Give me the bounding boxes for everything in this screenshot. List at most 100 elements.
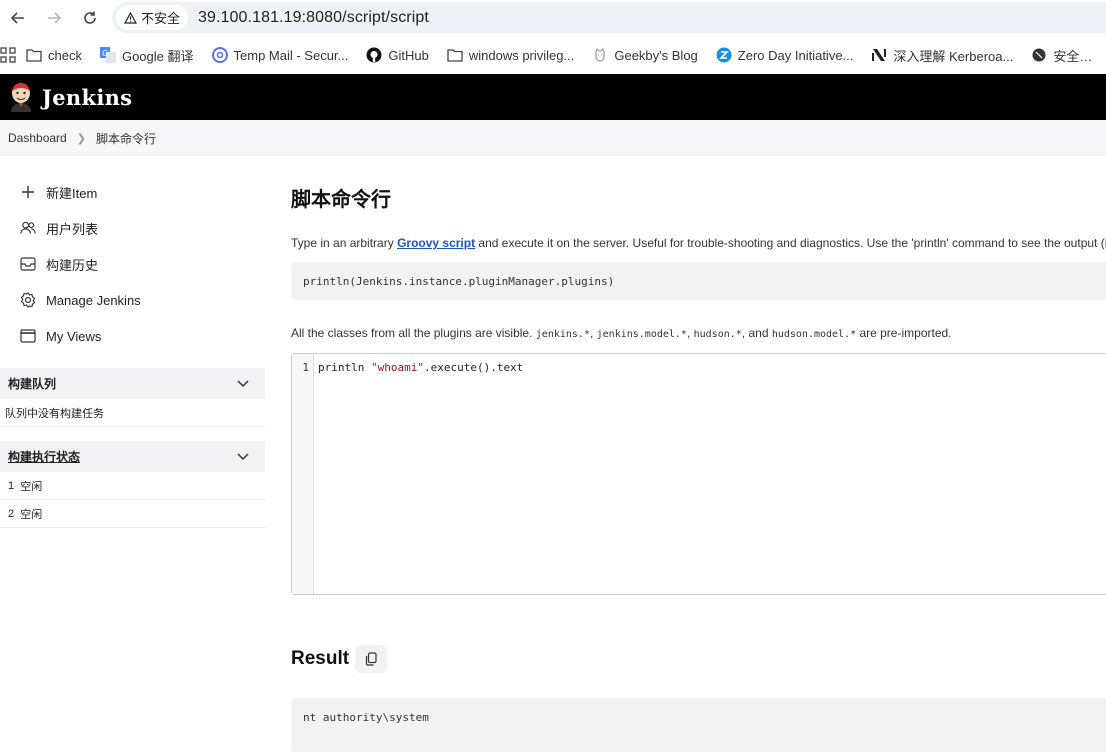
sidebar-item-manage-jenkins[interactable]: Manage Jenkins xyxy=(0,282,265,318)
build-queue-header[interactable]: 构建队列 xyxy=(0,368,265,399)
bookmark-label: windows privileg... xyxy=(468,47,575,63)
example-code-block: println(Jenkins.instance.pluginManager.p… xyxy=(291,262,1106,300)
bookmark-label: 深入理解 Kerberoa... xyxy=(893,48,1014,64)
executor-status: 空闲 xyxy=(20,508,43,521)
executor-number: 2 xyxy=(8,507,15,520)
history-icon xyxy=(20,256,36,272)
build-queue-title: 构建队列 xyxy=(8,377,57,391)
security-label: 不安全 xyxy=(141,11,181,26)
sidebar-item-label: 构建历史 xyxy=(46,257,99,273)
preimport-text: All the classes from all the plugins are… xyxy=(291,326,536,340)
package-name: jenkins.model.* xyxy=(596,329,687,340)
sidebar: 新建Item 用户列表 构建历史 Manage Jenkins My Views… xyxy=(0,174,265,528)
forward-button[interactable] xyxy=(36,0,72,36)
sidebar-item-label: 用户列表 xyxy=(46,221,99,237)
bookmark-security[interactable]: 安全… xyxy=(1031,46,1092,65)
result-title: Result xyxy=(291,648,350,669)
bookmark-check[interactable]: check xyxy=(26,47,82,63)
bookmark-geekby-blog[interactable]: Geekby's Blog xyxy=(592,47,698,63)
preimport-text: , xyxy=(589,326,597,340)
preimport-text: are pre-imported. xyxy=(856,326,952,340)
arrow-right-icon xyxy=(48,12,62,24)
arrow-left-icon xyxy=(10,12,24,24)
bookmark-github[interactable]: GitHub xyxy=(366,47,429,63)
preimport-text: , and xyxy=(741,326,772,340)
sidebar-item-label: 新建Item xyxy=(46,185,98,201)
preimport-note: All the classes from all the plugins are… xyxy=(291,326,1106,340)
apps-button[interactable] xyxy=(0,47,16,63)
executors-header[interactable]: 构建执行状态 xyxy=(0,441,265,472)
reload-icon xyxy=(84,11,96,24)
groovy-script-link[interactable]: Groovy script xyxy=(397,236,475,250)
breadcrumb-current[interactable]: 脚本命令行 xyxy=(96,130,156,147)
package-name: hudson.model.* xyxy=(771,329,857,340)
executors-title[interactable]: 构建执行状态 xyxy=(8,448,80,465)
bookmark-kerberoasting[interactable]: 深入理解 Kerberoa... xyxy=(871,46,1013,65)
sidebar-item-new-item[interactable]: 新建Item xyxy=(0,174,265,210)
bookmark-label: Geekby's Blog xyxy=(614,47,698,63)
bookmark-temp-mail[interactable]: Temp Mail - Secur... xyxy=(211,47,349,63)
bookmark-label: GitHub xyxy=(388,47,429,63)
code-string-token: "whoami" xyxy=(370,361,424,374)
line-number-gutter: 1 xyxy=(292,354,314,594)
bookmark-label: Google 翻译 xyxy=(121,48,194,64)
executor-row: 1 空闲 xyxy=(0,472,265,500)
warning-icon xyxy=(124,11,137,24)
executor-status: 空闲 xyxy=(20,480,43,493)
temp-mail-icon xyxy=(211,47,228,63)
description-text: and execute it on the server. Useful for… xyxy=(475,236,1106,250)
apps-grid-icon xyxy=(0,47,16,63)
bookmark-zero-day-initiative[interactable]: Zero Day Initiative... xyxy=(716,47,854,63)
address-bar[interactable]: 不安全 39.100.181.19:8080/script/script xyxy=(112,2,1106,33)
chevron-right-icon: ❯ xyxy=(76,132,86,145)
bookmark-label: Temp Mail - Secur... xyxy=(233,47,349,63)
package-name: hudson.* xyxy=(693,329,742,340)
build-queue-empty: 队列中没有构建任务 xyxy=(0,399,265,427)
google-translate-icon: G xyxy=(99,47,116,63)
result-output: nt authority\system xyxy=(291,698,1106,752)
plus-icon xyxy=(20,184,36,200)
script-code-input[interactable]: println "whoami".execute().text xyxy=(314,354,523,594)
chevron-down-icon[interactable] xyxy=(237,450,249,464)
executor-number: 1 xyxy=(8,479,15,492)
zdi-icon xyxy=(716,47,732,63)
bookmark-google-translate[interactable]: G Google 翻译 xyxy=(99,46,194,65)
copy-result-button[interactable] xyxy=(355,645,388,673)
back-button[interactable] xyxy=(0,0,36,36)
sidebar-item-build-history[interactable]: 构建历史 xyxy=(0,246,265,282)
breadcrumb-dashboard[interactable]: Dashboard xyxy=(8,131,67,145)
github-icon xyxy=(366,47,382,63)
folder-icon xyxy=(26,47,42,63)
folder-icon xyxy=(447,47,463,63)
cat-icon xyxy=(592,47,608,63)
breadcrumb: Dashboard ❯ 脚本命令行 xyxy=(0,120,1106,156)
jenkins-logo-icon[interactable] xyxy=(8,82,34,112)
bookmark-windows-privilege[interactable]: windows privileg... xyxy=(447,47,575,63)
notion-icon xyxy=(871,47,887,63)
sidebar-item-my-views[interactable]: My Views xyxy=(0,318,265,354)
reload-button[interactable] xyxy=(72,0,108,36)
script-editor[interactable]: 1 println "whoami".execute().text xyxy=(291,353,1106,595)
site-icon xyxy=(1031,47,1047,63)
chevron-down-icon[interactable] xyxy=(237,377,249,391)
description-text: Type in an arbitrary xyxy=(291,236,398,250)
executor-row: 2 空闲 xyxy=(0,500,265,528)
sidebar-item-label: Manage Jenkins xyxy=(46,292,141,308)
bookmark-label: Zero Day Initiative... xyxy=(737,47,854,63)
copy-icon xyxy=(365,652,377,666)
security-indicator[interactable]: 不安全 xyxy=(116,5,189,30)
package-name: jenkins.* xyxy=(535,329,590,340)
code-token: println xyxy=(318,361,371,374)
sidebar-item-people[interactable]: 用户列表 xyxy=(0,210,265,246)
preimport-text: , xyxy=(686,326,694,340)
main-panel: 脚本命令行 Type in an arbitrary Groovy script… xyxy=(291,174,1106,752)
url-text[interactable]: 39.100.181.19:8080/script/script xyxy=(198,9,429,27)
gear-icon xyxy=(20,292,36,308)
jenkins-title[interactable]: Jenkins xyxy=(42,85,132,110)
result-header: Result xyxy=(291,645,1106,673)
window-icon xyxy=(20,328,36,344)
sidebar-item-label: My Views xyxy=(46,328,102,344)
page-title: 脚本命令行 xyxy=(291,189,391,211)
browser-toolbar: 不安全 39.100.181.19:8080/script/script xyxy=(0,0,1106,36)
code-token: .execute().text xyxy=(423,361,524,374)
